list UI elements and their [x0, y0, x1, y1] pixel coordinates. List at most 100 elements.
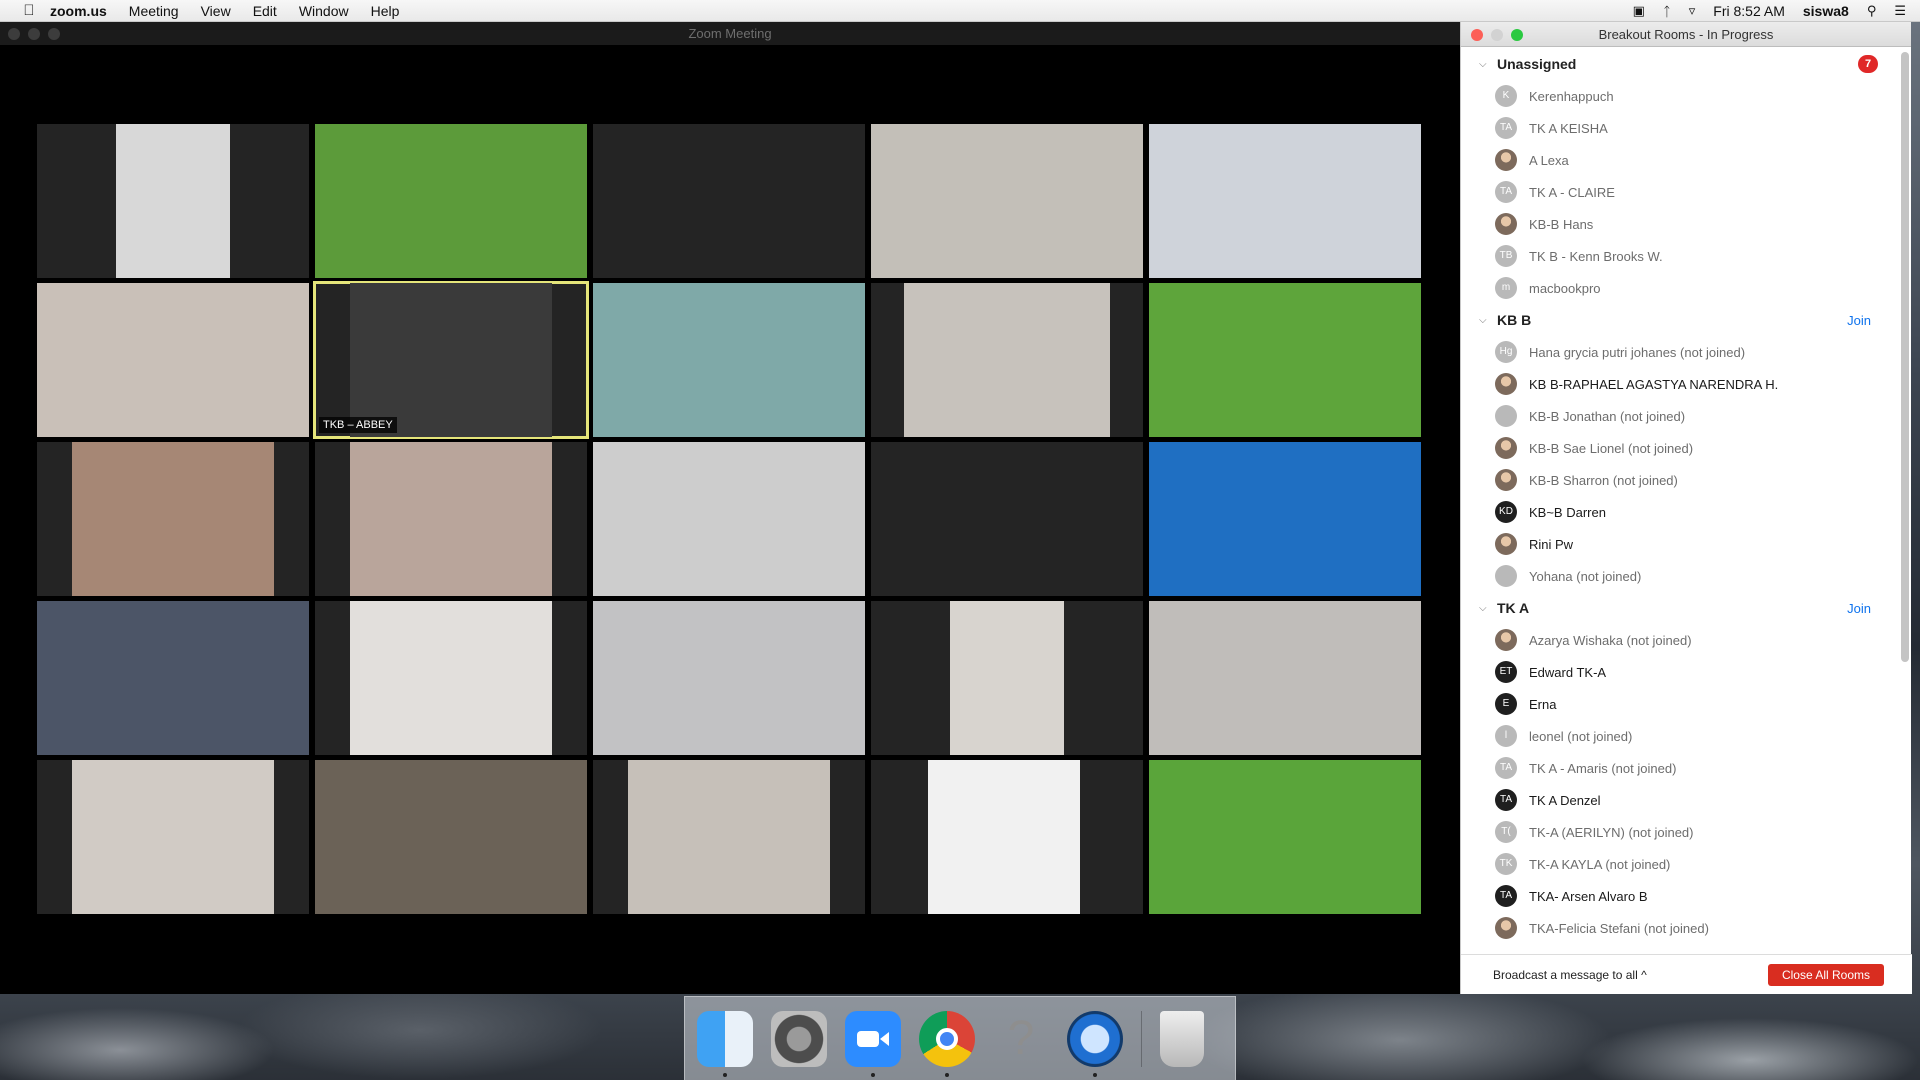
broadcast-message-button[interactable]: Broadcast a message to all ^: [1493, 968, 1647, 982]
video-feed: [1149, 442, 1421, 596]
participant-name: A Lexa: [1529, 152, 1569, 168]
participant-name: Rini Pw: [1529, 536, 1574, 552]
participant-video-tile[interactable]: [37, 442, 309, 596]
participant-video-tile[interactable]: [1149, 601, 1421, 755]
participant-video-tile[interactable]: [593, 601, 865, 755]
section-unassigned[interactable]: ⌵ Unassigned 7: [1461, 48, 1896, 80]
close-all-rooms-button[interactable]: Close All Rooms: [1767, 964, 1884, 986]
zoom-window-button[interactable]: [48, 28, 60, 40]
chevron-down-icon[interactable]: ⌵: [1479, 315, 1493, 326]
menu-view[interactable]: View: [201, 3, 231, 19]
close-window-button[interactable]: [8, 28, 20, 40]
notification-center-icon[interactable]: ☰: [1894, 3, 1906, 19]
chevron-down-icon[interactable]: ⌵: [1479, 603, 1493, 614]
participant-name: Yohana (not joined): [1529, 568, 1642, 584]
kb-b-participants: Hg Hana grycia putri johanes (not joined)…: [1461, 336, 1896, 592]
participant-video-tile[interactable]: [593, 283, 865, 437]
avatar: l: [1495, 725, 1517, 747]
menu-window[interactable]: Window: [299, 3, 349, 19]
participant-video-tile[interactable]: [871, 760, 1143, 914]
participant-row[interactable]: KB-B Hans: [1461, 208, 1896, 240]
room-tk-a[interactable]: ⌵ TK A Join: [1461, 592, 1896, 624]
help-icon[interactable]: ?: [993, 1011, 1049, 1067]
avatar: [1495, 149, 1517, 171]
apple-menu-icon[interactable]: : [18, 2, 40, 19]
app-menu[interactable]: zoom.us: [50, 3, 107, 19]
spotlight-search-icon[interactable]: ⚲: [1867, 3, 1877, 19]
participant-row[interactable]: ET Edward TK-A: [1461, 656, 1896, 688]
participant-row[interactable]: TA TK A - Amaris (not joined): [1461, 752, 1896, 784]
participant-video-tile[interactable]: [315, 442, 587, 596]
participant-row[interactable]: TB TK B - Kenn Brooks W.: [1461, 240, 1896, 272]
participant-video-tile[interactable]: [315, 760, 587, 914]
participant-row[interactable]: Azarya Wishaka (not joined): [1461, 624, 1896, 656]
system-preferences-icon[interactable]: [771, 1010, 827, 1067]
participant-row[interactable]: l leonel (not joined): [1461, 720, 1896, 752]
chevron-down-icon[interactable]: ⌵: [1479, 59, 1493, 70]
avatar: [1495, 565, 1517, 587]
participant-video-tile[interactable]: [871, 124, 1143, 278]
participant-video-tile[interactable]: [593, 124, 865, 278]
wifi-icon[interactable]: ▿: [1689, 3, 1696, 19]
menubar-user[interactable]: siswa8: [1803, 3, 1849, 19]
participant-video-tile[interactable]: [1149, 124, 1421, 278]
participant-video-tile[interactable]: [37, 283, 309, 437]
chrome-icon[interactable]: [919, 1010, 975, 1077]
bluetooth-icon[interactable]: ᛏ: [1663, 4, 1671, 19]
section-title: Unassigned: [1497, 56, 1577, 72]
avatar: TA: [1495, 789, 1517, 811]
participant-video-tile[interactable]: [593, 442, 865, 596]
participant-row[interactable]: E Erna: [1461, 688, 1896, 720]
participant-video-tile[interactable]: [871, 601, 1143, 755]
quicktime-icon[interactable]: [1067, 1010, 1123, 1077]
participant-row[interactable]: m macbookpro: [1461, 272, 1896, 304]
menubar-clock[interactable]: Fri 8:52 AM: [1713, 3, 1785, 19]
participant-row[interactable]: Hg Hana grycia putri johanes (not joined): [1461, 336, 1896, 368]
join-room-link[interactable]: Join: [1847, 601, 1871, 616]
participant-row[interactable]: TA TK A KEISHA: [1461, 112, 1896, 144]
participant-row[interactable]: TKA-Felicia Stefani (not joined): [1461, 912, 1896, 944]
participant-row[interactable]: KB-B Sae Lionel (not joined): [1461, 432, 1896, 464]
menu-edit[interactable]: Edit: [253, 3, 277, 19]
minimize-window-button[interactable]: [1491, 29, 1503, 41]
participant-name: leonel (not joined): [1529, 728, 1633, 744]
participant-video-tile[interactable]: [1149, 442, 1421, 596]
scrollbar[interactable]: [1901, 52, 1909, 662]
participant-video-tile[interactable]: [37, 601, 309, 755]
participant-video-tile[interactable]: [315, 601, 587, 755]
participant-video-tile[interactable]: [1149, 283, 1421, 437]
trash-icon[interactable]: [1160, 1010, 1204, 1067]
menu-help[interactable]: Help: [371, 3, 400, 19]
participant-row[interactable]: TA TKA- Arsen Alvaro B: [1461, 880, 1896, 912]
participant-row[interactable]: A Lexa: [1461, 144, 1896, 176]
participant-row[interactable]: KB-B Jonathan (not joined): [1461, 400, 1896, 432]
participant-row[interactable]: TK TK-A KAYLA (not joined): [1461, 848, 1896, 880]
participant-row[interactable]: TA TK A - CLAIRE: [1461, 176, 1896, 208]
participant-row[interactable]: K Kerenhappuch: [1461, 80, 1896, 112]
finder-icon[interactable]: [697, 1010, 753, 1077]
video-feed: [315, 124, 587, 278]
participant-video-tile[interactable]: [315, 124, 587, 278]
participant-video-tile[interactable]: [871, 442, 1143, 596]
participant-row[interactable]: KB B-RAPHAEL AGASTYA NARENDRA H.: [1461, 368, 1896, 400]
participant-video-tile[interactable]: [871, 283, 1143, 437]
zoom-icon[interactable]: [845, 1010, 901, 1077]
minimize-window-button[interactable]: [28, 28, 40, 40]
participant-row[interactable]: T(TK-A (AERILYN) (not joined): [1461, 816, 1896, 848]
participant-video-tile[interactable]: TKB – ABBEY: [313, 281, 589, 439]
participant-video-tile[interactable]: [593, 760, 865, 914]
participant-row[interactable]: Yohana (not joined): [1461, 560, 1896, 592]
join-room-link[interactable]: Join: [1847, 313, 1871, 328]
participant-row[interactable]: KD KB~B Darren: [1461, 496, 1896, 528]
menu-meeting[interactable]: Meeting: [129, 3, 179, 19]
room-kb-b[interactable]: ⌵ KB B Join: [1461, 304, 1896, 336]
participant-video-tile[interactable]: [37, 124, 309, 278]
participant-row[interactable]: Rini Pw: [1461, 528, 1896, 560]
close-window-button[interactable]: [1471, 29, 1483, 41]
zoom-window-button[interactable]: [1511, 29, 1523, 41]
zoom-status-icon[interactable]: ▣: [1633, 3, 1645, 19]
participant-video-tile[interactable]: [1149, 760, 1421, 914]
participant-row[interactable]: KB-B Sharron (not joined): [1461, 464, 1896, 496]
participant-row[interactable]: TA TK A Denzel: [1461, 784, 1896, 816]
participant-video-tile[interactable]: [37, 760, 309, 914]
